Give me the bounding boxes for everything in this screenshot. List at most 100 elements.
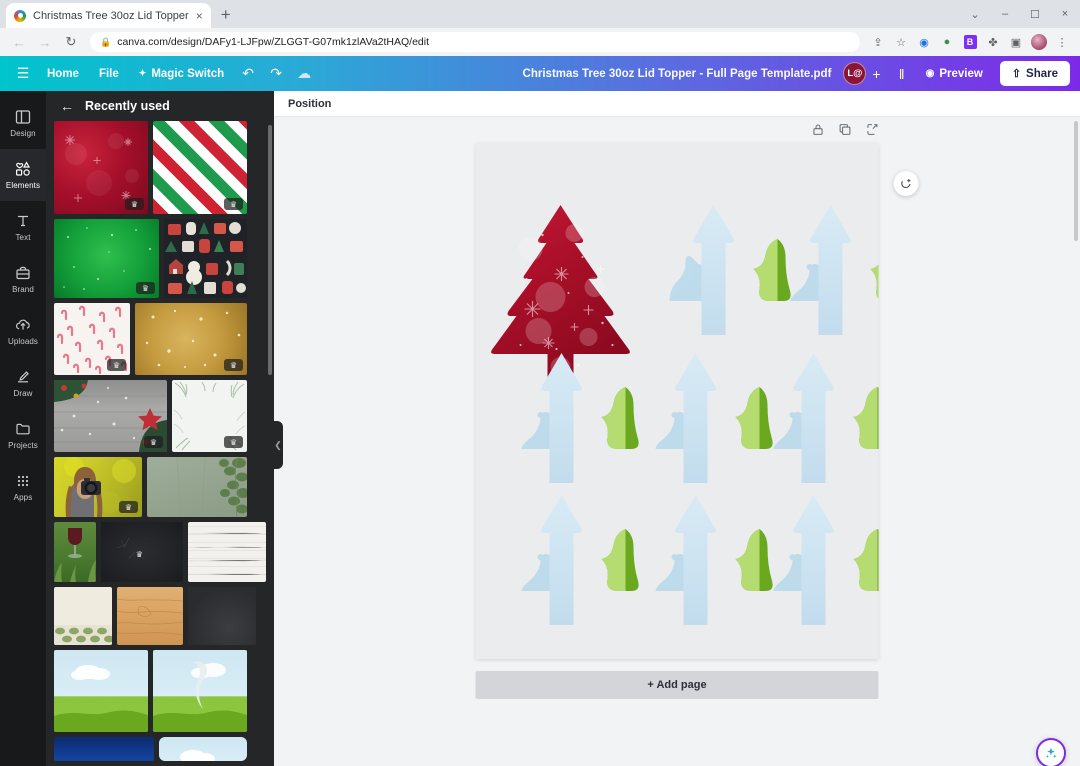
left-rail: Design Elements Text Brand	[0, 91, 46, 766]
wine-glass	[54, 522, 96, 582]
design-icon	[14, 108, 32, 126]
back-icon[interactable]: ←	[60, 98, 74, 114]
browser-tab[interactable]: Christmas Tree 30oz Lid Topper ×	[6, 3, 211, 28]
pro-crown-badge: ♛	[125, 198, 144, 210]
menu-file[interactable]: File	[90, 63, 128, 85]
thumb-green-glitter-bokeh[interactable]: ♛	[54, 219, 159, 298]
thumb-pine-border-white[interactable]: ♛	[172, 380, 247, 452]
thumb-dark-chalkboard[interactable]: ♛	[101, 522, 183, 582]
canvas-scrollbar[interactable]	[1074, 121, 1078, 241]
side-panel-icon[interactable]: ▣	[1006, 32, 1026, 52]
profile-avatar[interactable]	[1029, 32, 1049, 52]
new-tab-button[interactable]: +	[211, 5, 241, 28]
thumb-sage-wall-with-vines[interactable]	[147, 457, 247, 517]
sidebar-item-label: Apps	[14, 493, 33, 502]
add-page-button[interactable]: + Add page	[476, 671, 879, 699]
close-icon[interactable]: ×	[196, 10, 203, 22]
thumb-christmas-doodle-pattern[interactable]	[164, 219, 247, 298]
share-icon[interactable]: ⇪	[868, 32, 888, 52]
close-window-icon[interactable]: ×	[1050, 0, 1080, 28]
pro-crown-badge: ♛	[224, 436, 243, 448]
elements-panel: ← Recently used ♛	[46, 91, 274, 766]
text-icon	[14, 212, 32, 230]
redo-icon[interactable]: ↷	[263, 62, 289, 86]
hills-tornado	[153, 650, 247, 732]
sidebar-item-elements[interactable]: Elements	[0, 149, 46, 201]
insights-icon[interactable]: ‖	[889, 62, 915, 86]
thumb-green-hills-cloud[interactable]	[54, 650, 148, 732]
extensions-puzzle-icon[interactable]: ✤	[983, 32, 1003, 52]
minimize-icon[interactable]: –	[990, 0, 1020, 28]
canva-favicon-icon	[14, 10, 26, 22]
apps-icon	[14, 472, 32, 490]
sidebar-item-text[interactable]: Text	[0, 201, 46, 253]
thumb-row: ♛	[54, 522, 266, 582]
magic-studio-button[interactable]	[1036, 738, 1066, 766]
page-wrapper: + Add page	[476, 143, 879, 699]
extension-blue-icon[interactable]: ◉	[914, 32, 934, 52]
thumb-wine-glass-in-grass[interactable]	[54, 522, 96, 582]
thumb-wood-grain-tan[interactable]	[117, 587, 183, 645]
blue-green-tree	[774, 353, 879, 483]
thumb-girl-with-camera-autumn[interactable]: ♛	[54, 457, 142, 517]
panel-collapse-handle[interactable]: ❮	[273, 421, 283, 469]
sidebar-item-draw[interactable]: Draw	[0, 357, 46, 409]
maximize-icon[interactable]: ☐	[1020, 0, 1050, 28]
sidebar-item-apps[interactable]: Apps	[0, 461, 46, 513]
extension-purple-badge-icon[interactable]: B	[960, 32, 980, 52]
sidebar-item-uploads[interactable]: Uploads	[0, 305, 46, 357]
reload-icon[interactable]: ↻	[60, 31, 82, 53]
forward-icon[interactable]: →	[34, 31, 56, 53]
sidebar-item-design[interactable]: Design	[0, 97, 46, 149]
panel-scrollbar[interactable]	[268, 125, 272, 375]
add-page-icon[interactable]	[866, 123, 879, 139]
sparkle-icon: ✦	[139, 68, 147, 79]
brand-icon	[14, 264, 32, 282]
minimize-to-tray-icon[interactable]: ⌄	[960, 0, 990, 28]
undo-icon[interactable]: ↶	[235, 62, 261, 86]
panel-title: Recently used	[85, 99, 170, 113]
duplicate-page-icon[interactable]	[839, 123, 852, 139]
document-title[interactable]: Christmas Tree 30oz Lid Topper - Full Pa…	[523, 68, 832, 80]
blue-green-tree	[670, 205, 791, 335]
menu-magic-switch[interactable]: ✦ Magic Switch	[130, 63, 233, 85]
add-comment-button[interactable]	[894, 171, 919, 196]
sidebar-item-brand[interactable]: Brand	[0, 253, 46, 305]
sidebar-item-projects[interactable]: Projects	[0, 409, 46, 461]
avatar[interactable]: L@	[843, 62, 866, 85]
canvas-area[interactable]: + Add page ⌃	[274, 117, 1080, 766]
add-collaborator-button[interactable]: +	[872, 66, 880, 82]
thumb-candy-cane-white-pattern[interactable]: ♛	[54, 303, 130, 375]
elements-icon	[14, 160, 32, 178]
address-bar[interactable]: 🔒 canva.com/design/DAFy1-LJFpw/ZLGGT-G07…	[90, 32, 860, 52]
design-page[interactable]	[476, 143, 879, 659]
sidebar-item-label: Projects	[8, 441, 38, 450]
doodle-pattern	[164, 219, 247, 298]
extension-green-icon[interactable]: ●	[937, 32, 957, 52]
pro-crown-badge: ♛	[136, 282, 155, 294]
position-button[interactable]: Position	[288, 98, 331, 110]
thumbnail-grid[interactable]: ♛ ♛ ♛	[46, 121, 274, 766]
thumb-snowy-wood-planks[interactable]: ♛	[54, 380, 167, 452]
sidebar-item-label: Design	[10, 129, 36, 138]
lock-icon[interactable]	[812, 123, 825, 139]
thumb-red-snowflake-bokeh[interactable]: ♛	[54, 121, 148, 214]
back-icon[interactable]: ←	[8, 31, 30, 53]
thumb-cream-green-pattern[interactable]	[54, 587, 112, 645]
menu-home[interactable]: Home	[38, 63, 88, 85]
thumb-white-wood-planks[interactable]	[188, 522, 266, 582]
draw-icon	[14, 368, 32, 386]
eye-icon: ◉	[926, 68, 935, 79]
preview-button[interactable]: ◉ Preview	[917, 63, 992, 85]
main-menu-icon[interactable]: ☰	[10, 62, 36, 86]
thumb-candy-cane-stripes[interactable]: ♛	[153, 121, 247, 214]
thumb-dark-blur-gradient[interactable]	[188, 587, 256, 645]
share-button[interactable]: ⇧ Share	[1000, 61, 1070, 86]
bookmark-star-icon[interactable]: ☆	[891, 32, 911, 52]
thumb-green-hills-tornado[interactable]	[153, 650, 247, 732]
cloud-saved-icon[interactable]: ☁	[291, 62, 317, 86]
thumb-sky-cloud-rounded[interactable]	[159, 737, 247, 761]
browser-menu-icon[interactable]: ⋮	[1052, 32, 1072, 52]
thumb-gold-glitter-bokeh[interactable]: ♛	[135, 303, 247, 375]
thumb-deep-blue-texture[interactable]	[54, 737, 154, 761]
